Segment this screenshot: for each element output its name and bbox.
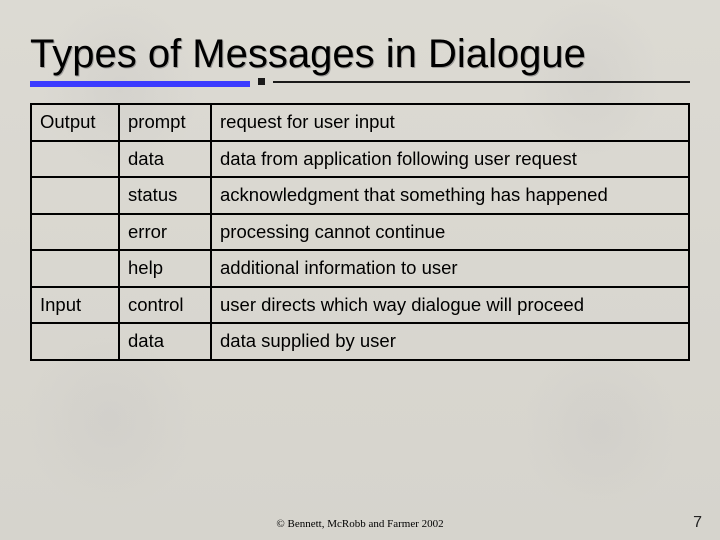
table-row: Input control user directs which way dia…	[31, 287, 689, 324]
category-cell	[31, 141, 119, 178]
type-cell: status	[119, 177, 211, 214]
page-number: 7	[693, 514, 702, 532]
desc-cell: data supplied by user	[211, 323, 689, 360]
type-cell: prompt	[119, 104, 211, 141]
table-row: error processing cannot continue	[31, 214, 689, 251]
copyright-footer: © Bennett, McRobb and Farmer 2002	[0, 518, 720, 530]
title-underline	[0, 76, 720, 99]
accent-bar	[30, 81, 250, 87]
desc-cell: processing cannot continue	[211, 214, 689, 251]
table-row: status acknowledgment that something has…	[31, 177, 689, 214]
table-row: help additional information to user	[31, 250, 689, 287]
slide: Types of Messages in Dialogue Output pro…	[0, 0, 720, 540]
type-cell: error	[119, 214, 211, 251]
category-cell: Input	[31, 287, 119, 324]
category-cell	[31, 250, 119, 287]
table-row: data data from application following use…	[31, 141, 689, 178]
square-icon	[258, 78, 265, 85]
table-row: data data supplied by user	[31, 323, 689, 360]
desc-cell: user directs which way dialogue will pro…	[211, 287, 689, 324]
type-cell: control	[119, 287, 211, 324]
desc-cell: additional information to user	[211, 250, 689, 287]
category-cell	[31, 214, 119, 251]
desc-cell: acknowledgment that something has happen…	[211, 177, 689, 214]
table-row: Output prompt request for user input	[31, 104, 689, 141]
type-cell: help	[119, 250, 211, 287]
type-cell: data	[119, 323, 211, 360]
category-cell	[31, 177, 119, 214]
title-wrap: Types of Messages in Dialogue	[0, 0, 720, 76]
thin-rule	[273, 81, 690, 83]
desc-cell: data from application following user req…	[211, 141, 689, 178]
category-cell: Output	[31, 104, 119, 141]
type-cell: data	[119, 141, 211, 178]
desc-cell: request for user input	[211, 104, 689, 141]
category-cell	[31, 323, 119, 360]
messages-table: Output prompt request for user input dat…	[30, 103, 690, 361]
slide-title: Types of Messages in Dialogue	[30, 32, 690, 76]
